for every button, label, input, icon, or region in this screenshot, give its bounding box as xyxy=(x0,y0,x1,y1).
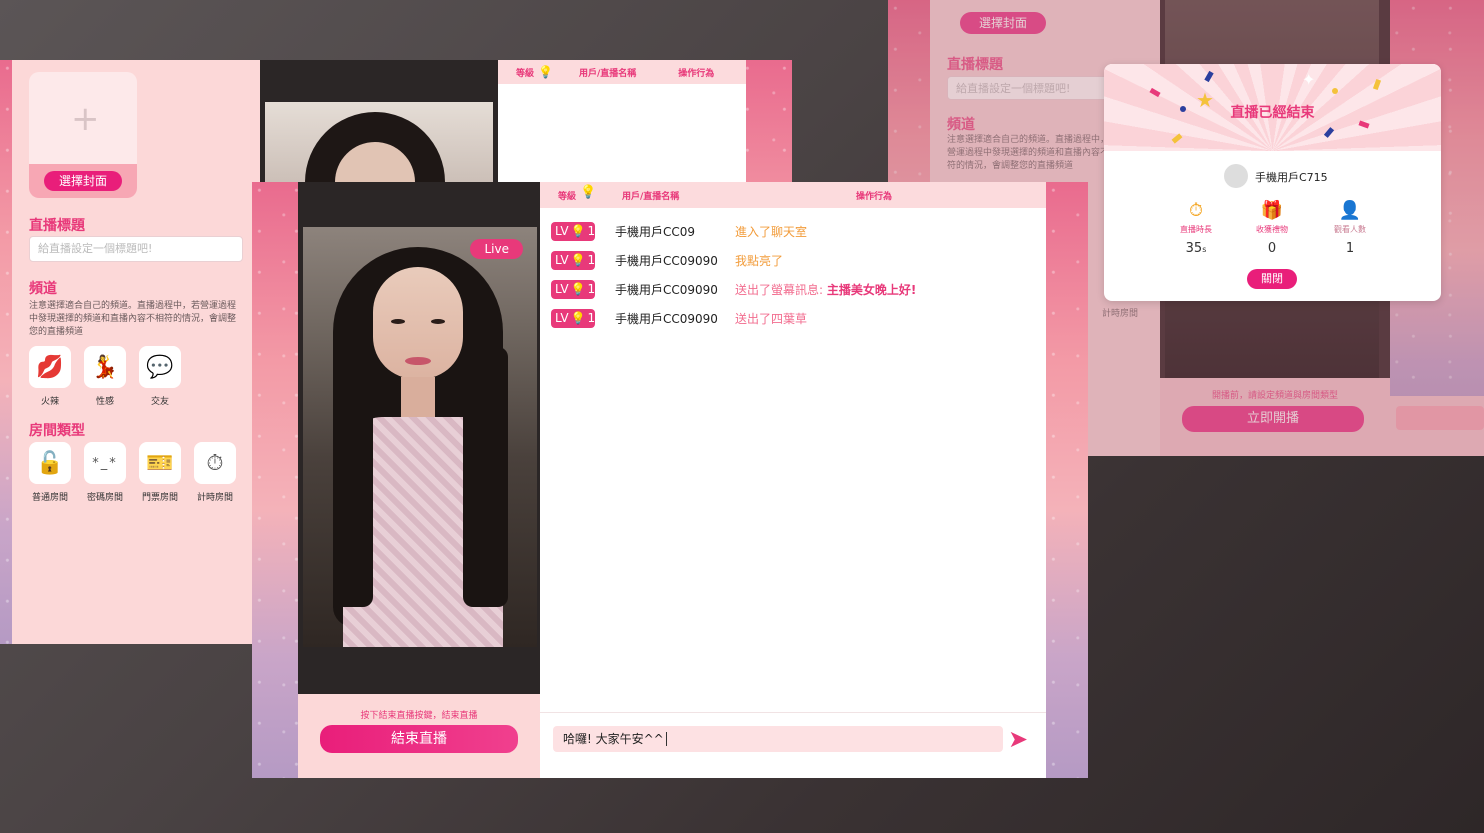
bulb-icon: 💡 xyxy=(570,253,586,267)
room-type-password[interactable]: *_* 密碼房間 xyxy=(84,442,126,503)
chat-input[interactable]: 哈囉! 大家午安^^ xyxy=(553,726,1003,752)
level-badge: LV 💡 1 xyxy=(551,250,595,270)
live-badge: Live xyxy=(470,239,523,259)
level-badge: LV 💡 1 xyxy=(551,308,595,328)
stat-gifts: 🎁 收獲禮物 0 xyxy=(1232,200,1312,256)
stat-duration: ⏱ 直播時長 35s xyxy=(1156,200,1236,256)
chat-action: 送出了螢幕訊息: 主播美女晚上好! xyxy=(735,282,917,297)
live-stream-window: Live 按下結束直播按鍵，結束直播 結束直播 等級 💡 用戶/直播名稱 操作行… xyxy=(252,182,1088,778)
choose-cover-button[interactable]: 選擇封面 xyxy=(44,171,122,191)
setup-panel: + 選擇封面 直播標題 給直播設定一個標題吧! 頻道 注意選擇適合自己的頻道。直… xyxy=(12,60,260,644)
chat-table-header: 等級 💡 用戶/直播名稱 操作行為 xyxy=(498,60,746,84)
bulb-icon: 💡 xyxy=(570,224,586,238)
ticket-icon: 🎫 xyxy=(139,442,181,484)
cover-upload[interactable]: + 選擇封面 xyxy=(29,72,137,198)
chat-row: LV 💡 1 手機用戶CC09 進入了聊天室 xyxy=(551,221,807,241)
level-badge: LV 💡 1 xyxy=(551,221,595,241)
unlock-icon: 🔓 xyxy=(29,442,71,484)
gift-icon: 🎁 xyxy=(1260,200,1284,221)
close-button[interactable]: 關閉 xyxy=(1247,269,1297,289)
chat-input-bar: 哈囉! 大家午安^^ ➤ xyxy=(540,712,1046,778)
chat-username[interactable]: 手機用戶CC09090 xyxy=(615,310,735,327)
chat-action: 送出了四葉草 xyxy=(735,311,808,326)
end-stream-panel: 按下結束直播按鍵，結束直播 結束直播 xyxy=(298,694,540,778)
channel-option-social[interactable]: 💬 交友 xyxy=(139,346,181,407)
room-type-normal[interactable]: 🔓 普通房間 xyxy=(29,442,71,503)
stream-ended-dialog: ★ ✦ 直播已經結束 手機用戶C715 ⏱ 直播時長 35s 🎁 收獲禮物 0 … xyxy=(1104,64,1441,301)
chat-row: LV 💡 1 手機用戶CC09090 我點亮了 xyxy=(551,250,783,270)
channel-option-hot[interactable]: 💋 火辣 xyxy=(29,346,71,407)
password-icon: *_* xyxy=(84,442,126,484)
send-icon[interactable]: ➤ xyxy=(1008,725,1028,753)
live-video: Live xyxy=(298,182,540,694)
plus-icon: + xyxy=(71,99,100,139)
lips-icon: 💋 xyxy=(29,346,71,388)
bulb-icon: 💡 xyxy=(538,65,553,79)
bulb-icon: 💡 xyxy=(570,282,586,296)
stopwatch-icon: ⏱ xyxy=(1188,200,1204,221)
user-icon: 👤 xyxy=(1338,200,1362,221)
confetti-banner: ★ ✦ 直播已經結束 xyxy=(1104,64,1441,151)
chat-username[interactable]: 手機用戶CC09090 xyxy=(615,281,735,298)
chat-username[interactable]: 手機用戶CC09090 xyxy=(615,252,735,269)
stat-viewers: 👤 觀看人數 1 xyxy=(1310,200,1390,256)
channel-heading: 頻道 xyxy=(29,281,57,297)
chat-table-header: 等級 💡 用戶/直播名稱 操作行為 xyxy=(540,182,1046,208)
chat-action: 我點亮了 xyxy=(735,253,784,268)
bulb-icon: 💡 xyxy=(570,311,586,325)
dialog-title: 直播已經結束 xyxy=(1230,105,1315,121)
chat-username[interactable]: 手機用戶CC09 xyxy=(615,223,735,240)
username: 手機用戶C715 xyxy=(1255,171,1328,184)
room-type-heading: 房間類型 xyxy=(29,423,85,439)
sparkle-icon: ✦ xyxy=(1302,70,1316,89)
dancer-icon: 💃 xyxy=(84,346,126,388)
timer-icon: ⏱ xyxy=(194,442,236,484)
chat-row: LV 💡 1 手機用戶CC09090 送出了四葉草 xyxy=(551,308,807,328)
channel-note: 注意選擇適合自己的頻道。直播過程中，若營運過程中發現選擇的頻道和直播內容不相符的… xyxy=(29,301,237,337)
chat-log-panel: 等級 💡 用戶/直播名稱 操作行為 LV 💡 1 手機用戶CC09 進入了聊天室 L… xyxy=(540,182,1046,778)
chat-row: LV 💡 1 手機用戶CC09090 送出了螢幕訊息: 主播美女晚上好! xyxy=(551,279,916,299)
channel-option-sexy[interactable]: 💃 性感 xyxy=(84,346,126,407)
stream-title-input[interactable]: 給直播設定一個標題吧! xyxy=(29,236,243,262)
chat-action: 進入了聊天室 xyxy=(735,224,808,239)
heart-chat-icon: 💬 xyxy=(139,346,181,388)
streamer-video-feed: Live xyxy=(303,227,537,647)
room-type-timer[interactable]: ⏱ 計時房間 xyxy=(194,442,236,503)
bulb-icon: 💡 xyxy=(580,185,597,200)
end-stream-button[interactable]: 結束直播 xyxy=(320,725,518,753)
stream-title-heading: 直播標題 xyxy=(29,218,85,234)
avatar xyxy=(1224,164,1248,188)
screen-message-text: 主播美女晚上好! xyxy=(826,282,917,297)
level-badge: LV 💡 1 xyxy=(551,279,595,299)
end-stream-hint: 按下結束直播按鍵，結束直播 xyxy=(360,711,478,721)
room-type-ticket[interactable]: 🎫 門票房間 xyxy=(139,442,181,503)
